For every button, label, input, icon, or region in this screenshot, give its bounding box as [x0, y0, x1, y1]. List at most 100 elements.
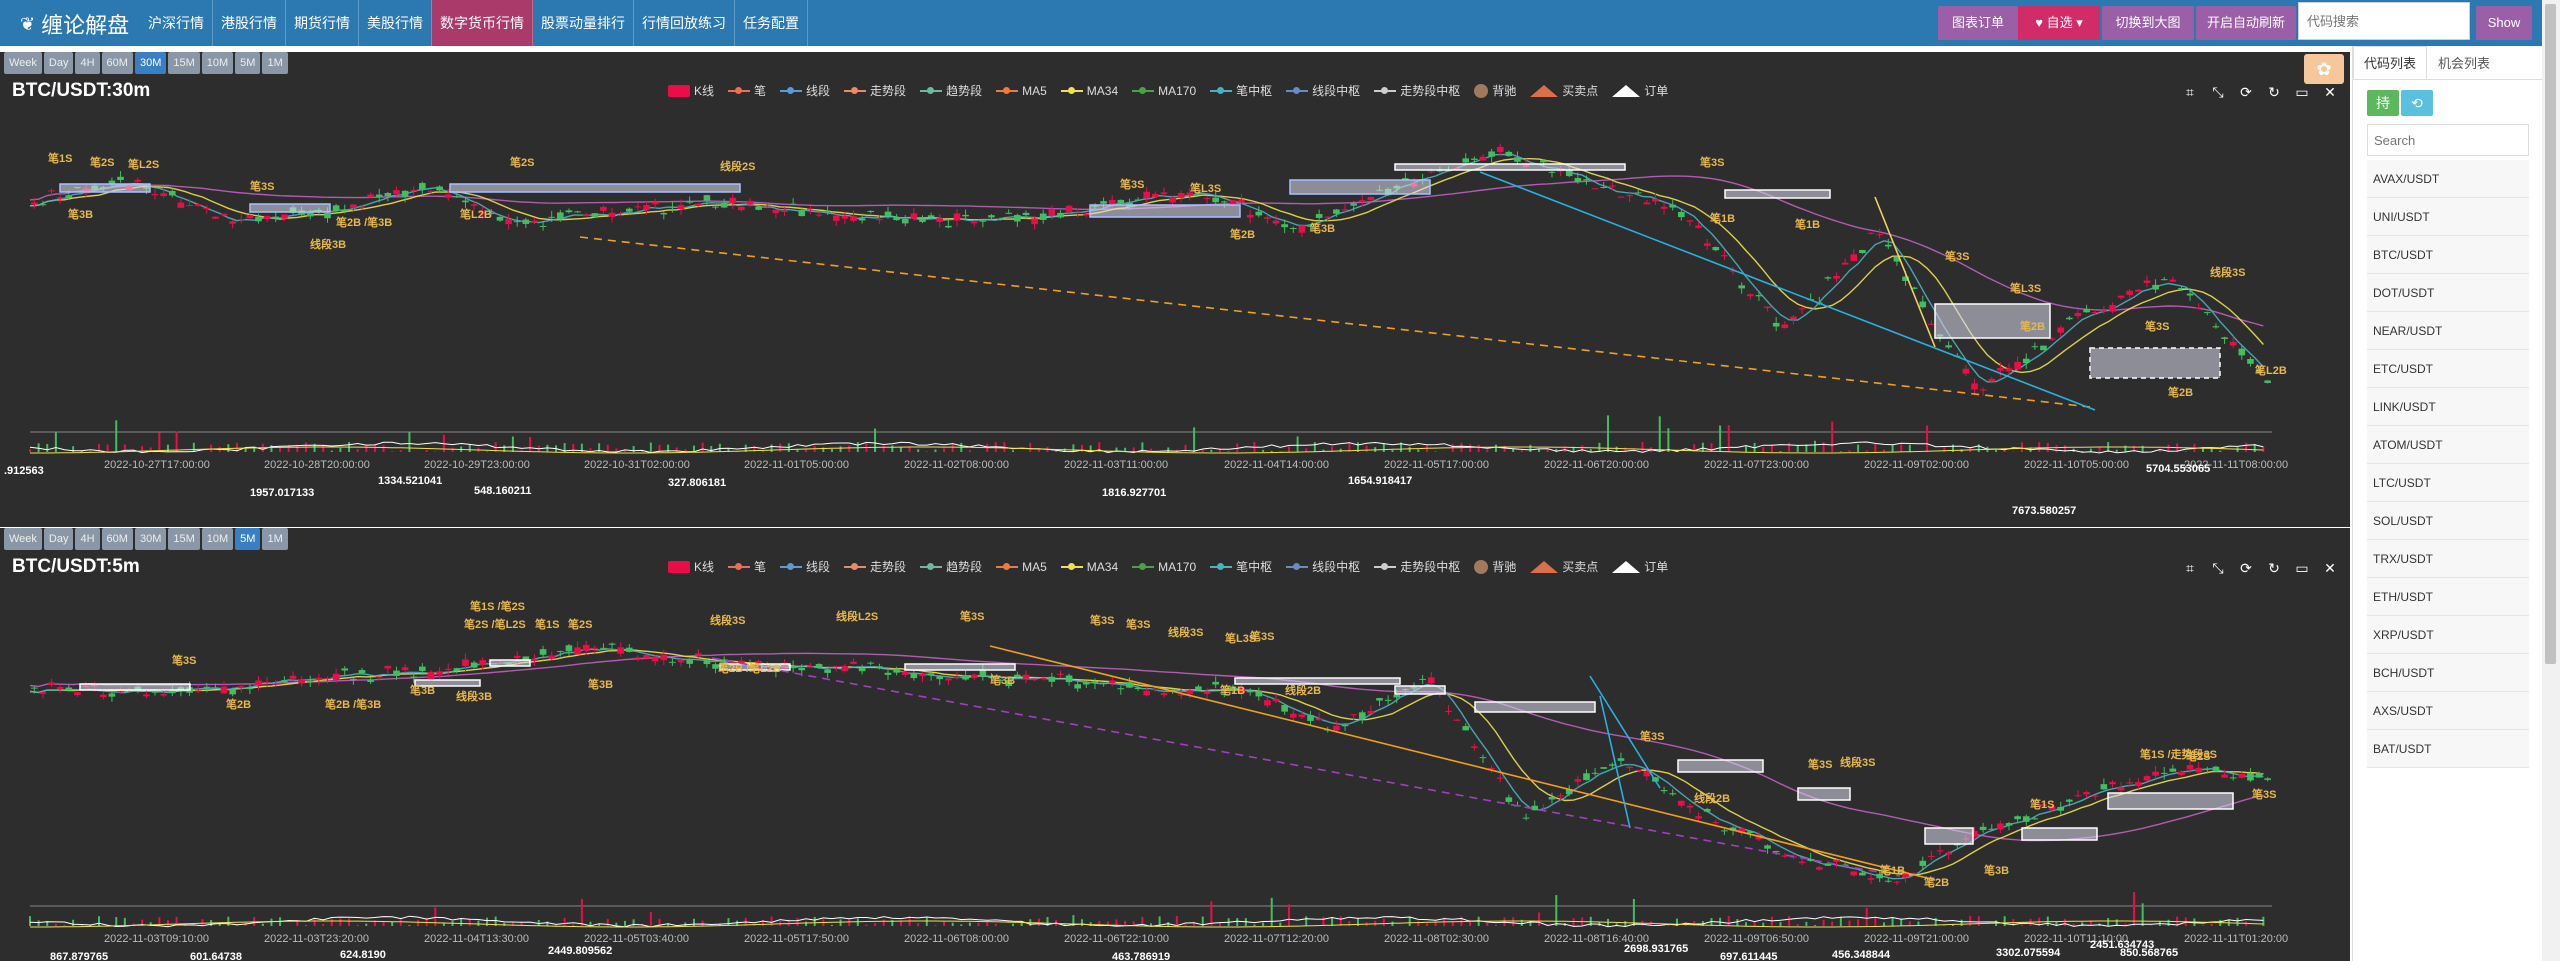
tab-opportunity-list[interactable]: 机会列表 — [2427, 46, 2501, 79]
candle-body — [255, 217, 262, 222]
candle-body — [1979, 389, 1987, 391]
nav-item-7[interactable]: 任务配置 — [735, 0, 808, 46]
refresh-list-button[interactable]: ⟲ — [2401, 90, 2433, 116]
candle-body — [289, 675, 297, 679]
candle-body — [557, 212, 564, 220]
candle-body — [1471, 746, 1478, 748]
nav-item-4[interactable]: 数字货币行情 — [432, 0, 533, 46]
candle-body — [1531, 805, 1539, 811]
signal-annotation: 笔3S — [1808, 757, 1832, 771]
signal-annotation: 笔3S — [1126, 617, 1150, 631]
candle-body — [1324, 216, 1332, 218]
symbol-item[interactable]: DOT/USDT — [2367, 274, 2529, 312]
signal-annotation: 线段3S — [1840, 755, 1875, 769]
page-scrollbar-thumb[interactable] — [2545, 4, 2556, 664]
candle-body — [789, 203, 797, 205]
signal-annotation: 笔2S — [2186, 749, 2210, 763]
signal-annotation: 笔3S — [2145, 319, 2169, 333]
x-axis-tick: 2022-11-04T14:00:00 — [1224, 459, 1329, 471]
symbol-item[interactable]: LINK/USDT — [2367, 388, 2529, 426]
symbol-item[interactable]: BCH/USDT — [2367, 654, 2529, 692]
value-label: 548.160211 — [474, 485, 532, 497]
zhongshu-box — [1474, 701, 1596, 713]
symbol-item[interactable]: SOL/USDT — [2367, 502, 2529, 540]
zhongshu-box — [1289, 179, 1431, 195]
candle-body — [1108, 680, 1116, 684]
symbol-item[interactable]: UNI/USDT — [2367, 198, 2529, 236]
nav-item-6[interactable]: 行情回放练习 — [634, 0, 735, 46]
candle-body — [1988, 828, 1996, 830]
switch-big-chart-button[interactable]: 切换到大图 — [2102, 6, 2194, 40]
candle-body — [1496, 146, 1504, 153]
symbol-panel: 代码列表 机会列表 持 ⟲ AVAX/USDTUNI/USDTBTC/USDTD… — [2352, 46, 2542, 961]
heart-icon: ♥ — [2035, 15, 2043, 30]
symbol-item[interactable]: ETC/USDT — [2367, 350, 2529, 388]
symbol-item[interactable]: BAT/USDT — [2367, 730, 2529, 768]
candle-body — [1255, 211, 1263, 216]
candle-body — [815, 214, 823, 216]
symbol-search-input[interactable] — [2367, 124, 2529, 156]
candle-body — [272, 216, 280, 219]
candle-body — [2014, 816, 2021, 820]
tab-code-list[interactable]: 代码列表 — [2353, 46, 2428, 79]
candle-body — [367, 194, 374, 198]
candle-body — [246, 687, 254, 690]
symbol-item[interactable]: ATOM/USDT — [2367, 426, 2529, 464]
candle-body — [1186, 690, 1194, 695]
candle-body — [1427, 677, 1435, 684]
candle-body — [850, 216, 857, 221]
auto-refresh-button[interactable]: 开启自动刷新 — [2196, 6, 2296, 40]
holdings-button[interactable]: 持 — [2367, 90, 2399, 116]
watchlist-dropdown[interactable]: ♥ 自选 ▾ — [2018, 6, 2100, 40]
candle-body — [1083, 214, 1090, 216]
candle-body — [1488, 151, 1495, 157]
chart-30m-canvas[interactable]: 笔1S 笔2S 笔L2S 笔3B 笔3S 笔2B /笔3B 线段3B 笔L2B 笔2S 线段2S 笔… — [0, 52, 2350, 527]
candle-body — [1152, 193, 1159, 198]
symbol-item[interactable]: AVAX/USDT — [2367, 160, 2529, 198]
x-axis-tick: 2022-10-29T23:00:00 — [424, 459, 530, 471]
symbol-item[interactable]: NEAR/USDT — [2367, 312, 2529, 350]
code-search-input[interactable] — [2298, 2, 2470, 40]
nav-item-3[interactable]: 美股行情 — [359, 0, 432, 46]
candle-body — [427, 671, 435, 680]
symbol-item[interactable]: TRX/USDT — [2367, 540, 2529, 578]
symbol-item[interactable]: XRP/USDT — [2367, 616, 2529, 654]
candle-body — [660, 654, 668, 661]
candle-body — [263, 215, 271, 220]
settings-gear-icon[interactable]: ✿ — [2304, 54, 2344, 84]
candle-body — [824, 210, 831, 212]
signal-annotation: 线段3S — [2210, 265, 2245, 279]
candle-body — [2031, 346, 2039, 348]
symbol-item[interactable]: ETH/USDT — [2367, 578, 2529, 616]
candle-body — [694, 203, 702, 206]
brand[interactable]: ❦ 缠论解盘 — [20, 8, 129, 40]
candle-body — [2229, 777, 2237, 779]
nav-item-2[interactable]: 期货行情 — [286, 0, 359, 46]
nav-item-1[interactable]: 港股行情 — [213, 0, 286, 46]
symbol-item[interactable]: BTC/USDT — [2367, 236, 2529, 274]
candle-body — [1660, 206, 1668, 209]
candle-body — [720, 202, 728, 208]
symbol-item[interactable]: AXS/USDT — [2367, 692, 2529, 730]
candle-body — [1212, 197, 1219, 203]
candle-body — [1471, 158, 1478, 160]
value-label: 1816.927701 — [1102, 487, 1166, 499]
chart-order-button[interactable]: 图表订单 — [1938, 6, 2018, 40]
candle-body — [1669, 204, 1677, 208]
value-label: 463.786919 — [1112, 951, 1170, 961]
candle-body — [953, 213, 961, 221]
x-axis-tick: 2022-11-01T05:00:00 — [744, 459, 849, 471]
chart-5m-canvas[interactable]: 笔1S /笔2S 笔2S /笔L2S 笔1S 笔2S 线段3S 线段L2S 笔3S 笔3S 笔3… — [0, 528, 2350, 961]
signal-annotation: 线段2B — [1285, 683, 1321, 697]
nav-item-0[interactable]: 沪深行情 — [140, 0, 213, 46]
candle-body — [582, 644, 590, 651]
candle-body — [255, 680, 262, 686]
candle-body — [979, 669, 987, 677]
candle-body — [1281, 705, 1288, 712]
candle-body — [513, 221, 521, 223]
candle-body — [772, 209, 780, 214]
show-button[interactable]: Show — [2476, 6, 2532, 40]
nav-item-5[interactable]: 股票动量排行 — [533, 0, 634, 46]
candle-body — [927, 215, 935, 218]
symbol-item[interactable]: LTC/USDT — [2367, 464, 2529, 502]
